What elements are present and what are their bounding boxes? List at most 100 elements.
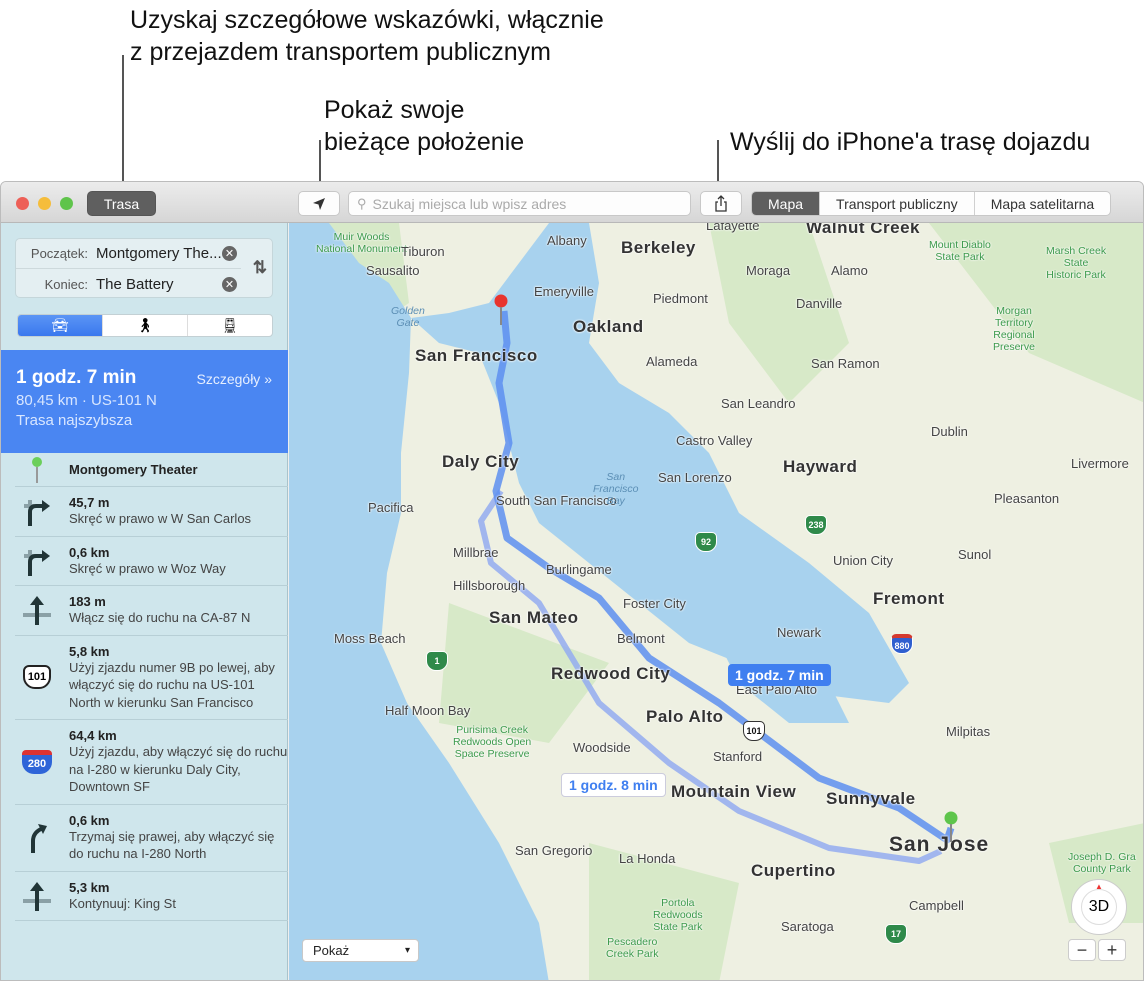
share-button[interactable] xyxy=(700,191,742,216)
map-label[interactable]: Sausalito xyxy=(366,263,419,278)
directions-button[interactable]: Trasa xyxy=(87,191,156,216)
alternate-route-label[interactable]: 1 godz. 8 min xyxy=(561,773,666,797)
map-label[interactable]: Piedmont xyxy=(653,291,708,306)
direction-step[interactable]: 183 m Włącz się do ruchu na CA-87 N xyxy=(15,586,288,636)
mode-car-button[interactable]: 🚘︎ xyxy=(18,315,102,336)
route-summary[interactable]: 1 godz. 7 min 80,45 km · US-101 N Trasa … xyxy=(1,350,288,453)
map-label[interactable]: San Jose xyxy=(889,833,989,857)
tab-satellite[interactable]: Mapa satelitarna xyxy=(973,192,1111,215)
map-label[interactable]: Marsh Creek State Historic Park xyxy=(1046,245,1106,281)
start-value[interactable]: Montgomery The... xyxy=(96,245,222,262)
origin-row[interactable]: Montgomery Theater xyxy=(15,453,288,487)
direction-step[interactable]: 5,3 km Kontynuuj: King St xyxy=(15,872,288,921)
tab-map[interactable]: Mapa xyxy=(752,192,820,215)
map-label[interactable]: Belmont xyxy=(617,631,665,646)
map-label[interactable]: Hayward xyxy=(783,457,857,477)
map-label[interactable]: Alamo xyxy=(831,263,868,278)
map-label[interactable]: Mount Diablo State Park xyxy=(929,239,991,263)
map-label[interactable]: Palo Alto xyxy=(646,707,724,727)
map-label[interactable]: Berkeley xyxy=(621,238,696,258)
map-label[interactable]: Union City xyxy=(833,553,893,568)
map-label[interactable]: Muir Woods National Monument xyxy=(316,231,407,255)
map-label[interactable]: Golden Gate xyxy=(391,305,425,329)
search-input[interactable]: ⚲ Szukaj miejsca lub wpisz adres xyxy=(348,191,691,216)
end-field[interactable]: Koniec: The Battery ✕ xyxy=(16,269,241,299)
map-label[interactable]: Redwood City xyxy=(551,664,670,684)
map-label[interactable]: Foster City xyxy=(623,596,686,611)
map-label[interactable]: Alameda xyxy=(646,354,697,369)
map-label[interactable]: Campbell xyxy=(909,898,964,913)
map-label[interactable]: Moss Beach xyxy=(334,631,406,646)
map-label[interactable]: Albany xyxy=(547,233,587,248)
clear-start-icon[interactable]: ✕ xyxy=(222,246,237,261)
map-label[interactable]: Saratoga xyxy=(781,919,834,934)
map-label[interactable]: Hillsborough xyxy=(453,578,525,593)
map-label[interactable]: Walnut Creek xyxy=(806,223,920,238)
zoom-out-button[interactable]: − xyxy=(1068,939,1096,961)
mode-walk-button[interactable]: 🚶︎ xyxy=(102,315,187,336)
map-label[interactable]: San Lorenzo xyxy=(658,470,732,485)
map-label[interactable]: Pacifica xyxy=(368,500,414,515)
map-label[interactable]: Burlingame xyxy=(546,562,612,577)
map-label[interactable]: Fremont xyxy=(873,589,945,609)
map-label[interactable]: Oakland xyxy=(573,317,644,337)
map-label[interactable]: Lafayette xyxy=(706,223,760,233)
map-label[interactable]: San Ramon xyxy=(811,356,880,371)
primary-route-label[interactable]: 1 godz. 7 min xyxy=(728,664,831,686)
map-label[interactable]: La Honda xyxy=(619,851,675,866)
direction-step[interactable]: 0,6 km Skręć w prawo w Woz Way xyxy=(15,537,288,586)
map-label[interactable]: Tiburon xyxy=(401,244,445,259)
minimize-window-button[interactable] xyxy=(38,197,51,210)
zoom-in-button[interactable]: + xyxy=(1098,939,1126,961)
close-window-button[interactable] xyxy=(16,197,29,210)
tab-transit[interactable]: Transport publiczny xyxy=(819,192,974,215)
step-distance: 0,6 km xyxy=(69,544,110,560)
map-label[interactable]: Pescadero Creek Park xyxy=(606,936,659,960)
map-label[interactable]: Milpitas xyxy=(946,724,990,739)
map-label[interactable]: Livermore xyxy=(1071,456,1129,471)
map-label[interactable]: Dublin xyxy=(931,424,968,439)
map-label[interactable]: San Gregorio xyxy=(515,843,592,858)
show-menu[interactable]: Pokaż ▾ xyxy=(302,939,419,962)
map-label[interactable]: Millbrae xyxy=(453,545,499,560)
show-menu-label: Pokaż xyxy=(313,943,350,958)
location-arrow-icon xyxy=(313,197,325,210)
map-label[interactable]: Sunnyvale xyxy=(826,789,916,809)
end-value[interactable]: The Battery xyxy=(96,276,222,293)
map-label[interactable]: San Leandro xyxy=(721,396,795,411)
map-label[interactable]: Mountain View xyxy=(671,782,796,802)
map-label[interactable]: Moraga xyxy=(746,263,790,278)
origin-name: Montgomery Theater xyxy=(69,462,198,477)
map-label[interactable]: Woodside xyxy=(573,740,631,755)
map-label[interactable]: San Francisco xyxy=(415,346,538,366)
map-label[interactable]: Emeryville xyxy=(534,284,594,299)
map-label[interactable]: Sunol xyxy=(958,547,991,562)
map-label[interactable]: Portola Redwoods State Park xyxy=(653,897,703,933)
map-label[interactable]: Cupertino xyxy=(751,861,836,881)
map-label[interactable]: San Francisco Bay xyxy=(593,471,639,507)
map-label[interactable]: Newark xyxy=(777,625,821,640)
mode-transit-button[interactable]: 🚆︎ xyxy=(187,315,272,336)
map-label[interactable]: Castro Valley xyxy=(676,433,752,448)
map-label[interactable]: San Mateo xyxy=(489,608,579,628)
direction-step[interactable]: 280 64,4 km Użyj zjazdu, aby włączyć się d… xyxy=(15,720,288,805)
map-label[interactable]: Daly City xyxy=(442,452,519,472)
map-label[interactable]: Half Moon Bay xyxy=(385,703,470,718)
map-label[interactable]: Joseph D. Gra County Park xyxy=(1068,851,1136,875)
clear-end-icon[interactable]: ✕ xyxy=(222,276,237,292)
map-label[interactable]: Pleasanton xyxy=(994,491,1059,506)
swap-icon[interactable]: ⇅ xyxy=(253,258,267,278)
map-label[interactable]: Stanford xyxy=(713,749,762,764)
details-link[interactable]: Szczegóły » xyxy=(197,371,273,387)
direction-step[interactable]: 0,6 km Trzymaj się prawej, aby włączyć si… xyxy=(15,805,288,872)
map-label[interactable]: Danville xyxy=(796,296,842,311)
direction-step[interactable]: 101 5,8 km Użyj zjazdu numer 9B po lewej, … xyxy=(15,636,288,720)
direction-step[interactable]: 45,7 m Skręć w prawo w W San Carlos xyxy=(15,487,288,537)
map-canvas[interactable]: Muir Woods National Monument Tiburon Alban… xyxy=(289,223,1143,980)
start-field[interactable]: Początek: Montgomery The... ✕ xyxy=(16,239,241,269)
compass-3d-button[interactable]: ▲ 3D xyxy=(1071,879,1127,935)
map-label[interactable]: Purisima Creek Redwoods Open Space Prese… xyxy=(453,724,531,760)
map-label[interactable]: Morgan Territory Regional Preserve xyxy=(993,305,1035,353)
zoom-window-button[interactable] xyxy=(60,197,73,210)
current-location-button[interactable] xyxy=(298,191,340,216)
